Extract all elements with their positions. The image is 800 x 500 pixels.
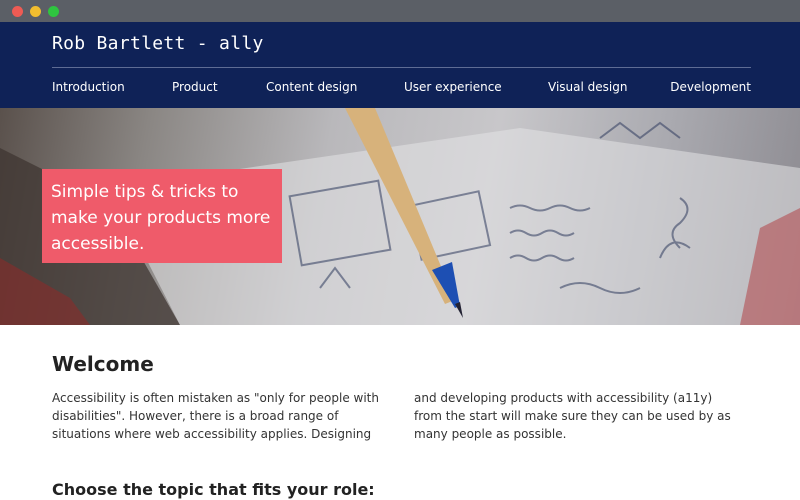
site-title[interactable]: Rob Bartlett - ally xyxy=(52,33,264,54)
header-divider xyxy=(52,67,751,68)
nav-item-visual-design[interactable]: Visual design xyxy=(548,80,627,94)
browser-titlebar xyxy=(0,0,800,22)
nav-item-introduction[interactable]: Introduction xyxy=(52,80,125,94)
minimize-window-button[interactable] xyxy=(30,6,41,17)
hero-callout: Simple tips & tricks to make your produc… xyxy=(42,169,282,263)
topic-section-heading: Choose the topic that fits your role: xyxy=(52,480,375,499)
maximize-window-button[interactable] xyxy=(48,6,59,17)
hero-banner: Simple tips & tricks to make your produc… xyxy=(0,108,800,325)
page-title: Welcome xyxy=(52,352,154,376)
hero-tagline: Simple tips & tricks to make your produc… xyxy=(51,182,271,254)
intro-paragraph-2: and developing products with accessibili… xyxy=(414,391,731,441)
nav-item-development[interactable]: Development xyxy=(670,80,751,94)
site-header: Rob Bartlett - ally Introduction Product… xyxy=(0,22,800,108)
main-nav: Introduction Product Content design User… xyxy=(52,80,751,100)
nav-item-user-experience[interactable]: User experience xyxy=(404,80,502,94)
nav-item-content-design[interactable]: Content design xyxy=(266,80,357,94)
close-window-button[interactable] xyxy=(12,6,23,17)
nav-item-product[interactable]: Product xyxy=(172,80,218,94)
intro-paragraph-1: Accessibility is often mistaken as "only… xyxy=(52,391,379,441)
